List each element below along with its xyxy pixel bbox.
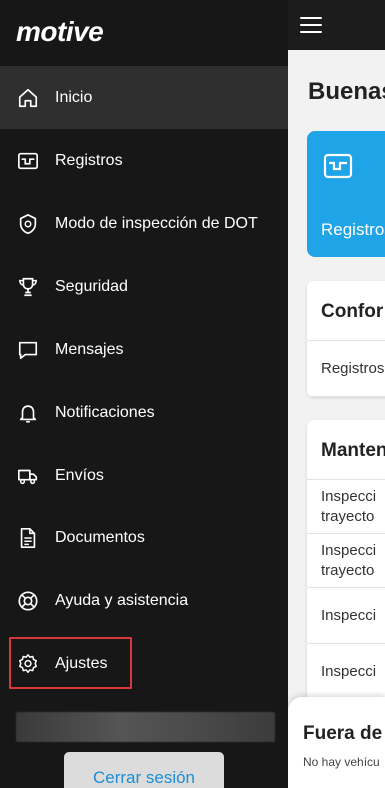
motive-logo: motive <box>16 16 104 47</box>
compliance-row[interactable]: Registros <box>307 341 385 397</box>
top-bar <box>288 0 385 50</box>
compliance-panel: Confor Registros <box>307 281 385 397</box>
logs-icon <box>16 149 40 173</box>
nav-item-label: Inicio <box>55 88 93 106</box>
logs-card-label: Registros <box>321 220 385 239</box>
nav-item-registros[interactable]: Registros <box>0 129 288 192</box>
nav-item-documentos[interactable]: Documentos <box>0 506 288 569</box>
bottom-sheet[interactable]: Fuera de No hay vehícu <box>288 697 385 788</box>
nav-item-label: Envíos <box>55 466 104 484</box>
document-icon <box>16 526 40 550</box>
compliance-title: Confor <box>307 281 385 341</box>
account-info-blurred <box>16 712 275 742</box>
logs-icon <box>323 153 353 184</box>
greeting-title: Buenas <box>308 78 385 105</box>
row-line-1: Inspecci <box>321 541 377 559</box>
nav-item-inicio[interactable]: Inicio <box>0 66 288 129</box>
trophy-icon <box>16 275 40 299</box>
main-content: Buenas Registros Confor Registros Manten… <box>288 0 385 788</box>
nav-item-notificaciones[interactable]: Notificaciones <box>0 381 288 444</box>
maintenance-row[interactable]: Inspecci trayecto <box>307 480 385 534</box>
nav-item-label: Documentos <box>55 528 145 546</box>
nav-drawer: motive Inicio Registros Modo de inspecci… <box>0 0 288 788</box>
nav-item-ayuda[interactable]: Ayuda y asistencia <box>0 569 288 632</box>
badge-icon <box>16 212 40 236</box>
nav-item-mensajes[interactable]: Mensajes <box>0 318 288 381</box>
settings-highlight-box <box>9 637 132 689</box>
logout-label: Cerrar sesión <box>92 768 196 787</box>
row-line-1: Inspecci <box>321 487 377 505</box>
maintenance-row[interactable]: Inspecci trayecto <box>307 534 385 588</box>
nav-item-label: Modo de inspección de DOT <box>55 214 258 232</box>
bell-icon <box>16 401 40 425</box>
nav-item-label: Notificaciones <box>55 403 155 421</box>
nav-item-label: Registros <box>55 151 123 169</box>
nav-item-seguridad[interactable]: Seguridad <box>0 255 288 318</box>
nav-item-dot-inspection[interactable]: Modo de inspección de DOT <box>0 192 288 255</box>
logs-card[interactable]: Registros <box>307 131 385 257</box>
bottom-sheet-title: Fuera de <box>303 723 383 744</box>
maintenance-row[interactable]: Inspecci <box>307 588 385 644</box>
home-icon <box>16 86 40 110</box>
nav-item-label: Mensajes <box>55 340 124 358</box>
bottom-sheet-subtitle: No hay vehícu <box>303 755 380 769</box>
nav-item-envios[interactable]: Envíos <box>0 444 288 507</box>
truck-icon <box>16 464 40 488</box>
row-line-2: trayecto <box>321 507 375 525</box>
maintenance-title: Manten <box>307 420 385 480</box>
chat-icon <box>16 338 40 362</box>
maintenance-panel: Manten Inspecci trayecto Inspecci trayec… <box>307 420 385 710</box>
maintenance-row[interactable]: Inspecci <box>307 644 385 700</box>
nav-item-label: Seguridad <box>55 277 128 295</box>
logout-button[interactable]: Cerrar sesión <box>64 752 224 788</box>
lifebuoy-icon <box>16 589 40 613</box>
row-line-2: trayecto <box>321 561 375 579</box>
nav-item-label: Ayuda y asistencia <box>55 591 189 609</box>
hamburger-icon[interactable] <box>300 17 322 33</box>
